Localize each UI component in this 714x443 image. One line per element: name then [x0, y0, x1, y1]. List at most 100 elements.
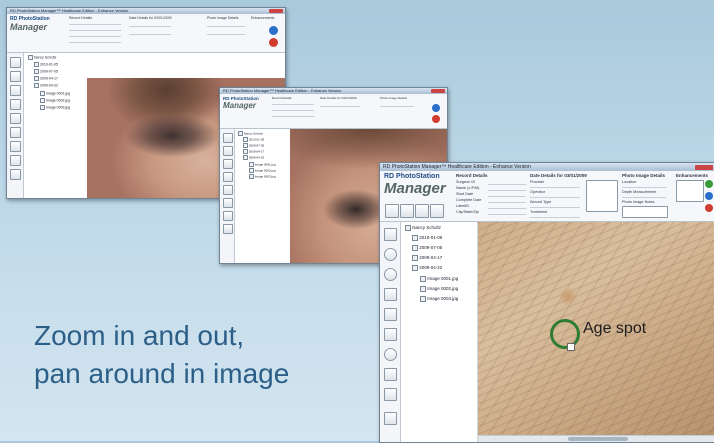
window-2-close-button[interactable]	[431, 89, 445, 93]
window-3-info-button[interactable]	[705, 192, 713, 200]
hide-panel-icon[interactable]	[10, 169, 21, 180]
window-2-photo-heading: Photo Image Details	[380, 96, 408, 100]
labelid-field[interactable]	[488, 208, 526, 209]
pen-icon[interactable]	[10, 141, 21, 152]
tree-date[interactable]: 2010-01-05	[412, 235, 442, 241]
import-button[interactable]	[400, 204, 414, 218]
tree-image[interactable]: Image 0001.jpg	[249, 162, 276, 167]
crop-icon[interactable]	[223, 198, 233, 208]
annotate-icon[interactable]	[384, 368, 397, 381]
provider-select[interactable]	[530, 187, 580, 188]
field-line	[380, 106, 414, 107]
window-3-add-button[interactable]	[705, 180, 713, 188]
tree-date[interactable]: 2009-07-05	[34, 69, 58, 74]
tree-date[interactable]: 2009-04-17	[243, 149, 264, 154]
tree-root[interactable]: Nancy Schultz	[28, 55, 56, 60]
treatment-select[interactable]	[530, 217, 580, 218]
image-file-icon	[249, 174, 254, 179]
crop-icon[interactable]	[10, 127, 21, 138]
tree-image[interactable]: Image 0002.jpg	[249, 168, 276, 173]
tree-date[interactable]: 2009-04-22	[412, 265, 442, 271]
tree-date[interactable]: 2010-01-05	[34, 62, 58, 67]
tree-image[interactable]: Image 0002.jpg	[420, 286, 458, 292]
window-2-delete-button[interactable]	[432, 115, 440, 123]
window-1-delete-button[interactable]	[269, 38, 278, 47]
zoom-tool-icon[interactable]	[223, 133, 233, 143]
window-3-delete-button[interactable]	[705, 204, 713, 212]
print-button[interactable]	[430, 204, 444, 218]
rotate-right-icon[interactable]	[384, 268, 397, 281]
tree-date[interactable]: 2009-07-05	[243, 143, 264, 148]
flip-vertical-icon[interactable]	[384, 308, 397, 321]
surgeon-field[interactable]	[488, 184, 526, 185]
rotate-left-icon[interactable]	[10, 71, 21, 82]
image-file-icon	[40, 91, 45, 96]
field-label-name: Name (L/F/M)	[456, 186, 480, 190]
tree-image[interactable]: Image 0001.jpg	[420, 276, 458, 282]
start-date-field[interactable]	[488, 196, 526, 197]
compare-button[interactable]	[415, 204, 429, 218]
photo-notes-textarea[interactable]	[622, 206, 668, 218]
operator-select[interactable]	[530, 197, 580, 198]
zoom-tool-icon[interactable]	[10, 57, 21, 68]
zoom-tool-icon[interactable]	[384, 228, 397, 241]
tree-date[interactable]: 2009-04-22	[243, 155, 264, 160]
window-1-close-button[interactable]	[269, 9, 283, 13]
tree-image[interactable]: Image 0001.jpg	[40, 91, 70, 96]
rotate-left-icon[interactable]	[223, 146, 233, 156]
horizontal-scrollbar[interactable]	[478, 435, 714, 442]
window-2-info-button[interactable]	[432, 104, 440, 112]
enhance-icon[interactable]	[223, 224, 233, 234]
date-icon	[34, 83, 39, 88]
capture-button[interactable]	[385, 204, 399, 218]
tree-image-label: Image 0002.jpg	[45, 98, 71, 103]
record-icon	[28, 55, 33, 60]
window-3-close-button[interactable]	[695, 165, 713, 170]
measure-icon[interactable]	[384, 348, 397, 361]
tree-date[interactable]: 2009-04-17	[412, 255, 442, 261]
wound-select[interactable]	[530, 207, 580, 208]
depth-field[interactable]	[622, 197, 666, 198]
window-3-logo: RD PhotoStation Manager	[384, 173, 446, 197]
tree-date[interactable]: 2009-04-17	[34, 76, 58, 81]
scrollbar-thumb[interactable]	[568, 437, 628, 441]
tree-image[interactable]: Image 0002.jpg	[40, 98, 70, 103]
tree-date[interactable]: 2009-07-05	[412, 245, 442, 251]
location-select[interactable]	[622, 187, 666, 188]
rotate-left-icon[interactable]	[384, 248, 397, 261]
record-icon	[405, 225, 411, 231]
pan-icon[interactable]	[10, 113, 21, 124]
pan-icon[interactable]	[223, 185, 233, 195]
window-3-visit-heading: Date Details for 03/01/2009	[530, 173, 587, 178]
tree-image[interactable]: Image 0003.jpg	[249, 174, 276, 179]
date-icon	[243, 143, 248, 148]
pen-icon[interactable]	[223, 211, 233, 221]
image-file-icon	[40, 105, 45, 110]
enhancements-list[interactable]	[676, 180, 704, 202]
date-icon	[412, 245, 418, 251]
crop-icon[interactable]	[384, 328, 397, 341]
rotate-right-icon[interactable]	[223, 159, 233, 169]
window-1-info-button[interactable]	[269, 26, 278, 35]
flip-horizontal-icon[interactable]	[384, 288, 397, 301]
window-2-record-tree: Nancy Schultz 2010-01-05 2009-07-05 2009…	[235, 129, 289, 263]
complete-date-field[interactable]	[488, 202, 526, 203]
rotate-right-icon[interactable]	[10, 85, 21, 96]
window-2-toolbar	[220, 129, 235, 263]
tree-image[interactable]: Image 0003.jpg	[420, 296, 458, 302]
city-field[interactable]	[488, 214, 526, 215]
hide-panel-icon[interactable]	[384, 412, 397, 425]
enhance-icon[interactable]	[10, 155, 21, 166]
tree-root[interactable]: Nancy Schultz	[405, 225, 441, 231]
notes-textarea[interactable]	[586, 180, 618, 212]
tree-image[interactable]: Image 0003.jpg	[40, 105, 70, 110]
tree-date[interactable]: 2009-04-22	[34, 83, 58, 88]
name-field[interactable]	[488, 190, 526, 191]
age-spot-marker[interactable]	[550, 319, 580, 349]
field-line	[69, 24, 121, 25]
tree-root[interactable]: Nancy Schultz	[238, 131, 263, 136]
enhance-icon[interactable]	[384, 388, 397, 401]
flip-icon[interactable]	[10, 99, 21, 110]
flip-icon[interactable]	[223, 172, 233, 182]
tree-date[interactable]: 2010-01-05	[243, 137, 264, 142]
